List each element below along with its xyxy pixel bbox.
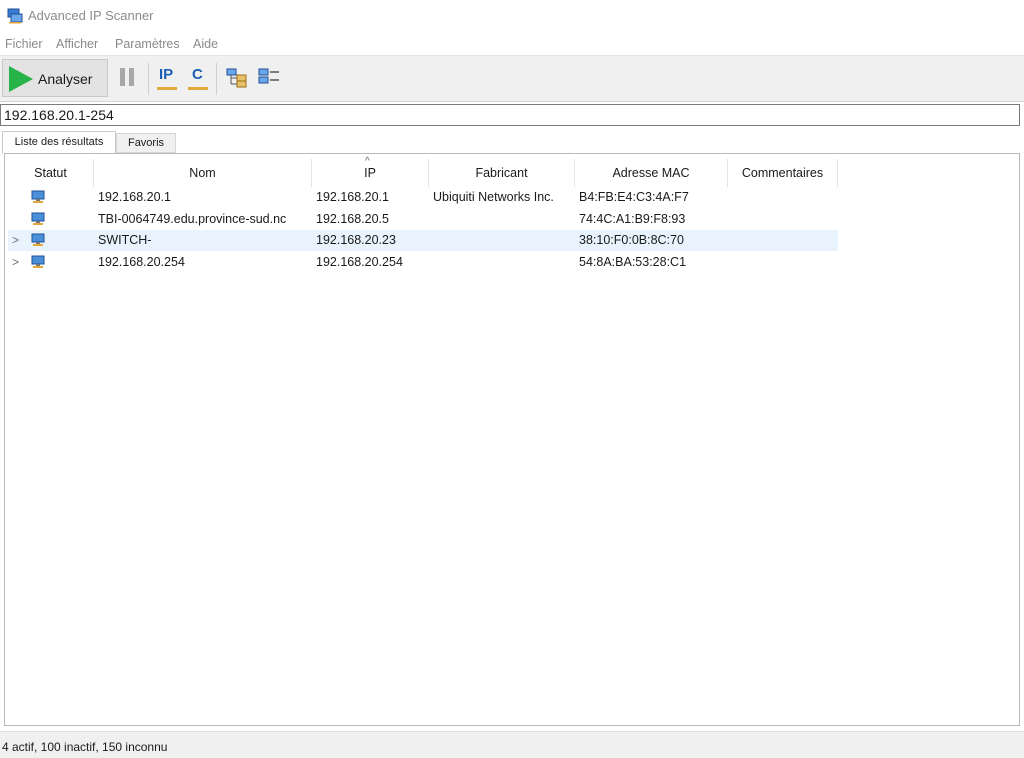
tab-results-list[interactable]: Liste des résultats: [2, 131, 116, 153]
table-row-selected[interactable]: > SWITCH- 192.168.20.23 38:10:F0:0B:8C:7…: [8, 230, 838, 251]
ip-range-input[interactable]: [0, 104, 1020, 126]
toolbar-separator: [148, 63, 149, 95]
cell-maker: [433, 209, 573, 230]
status-bar: 4 actif, 100 inactif, 150 inconnu: [0, 731, 1024, 758]
scan-button-label: Analyser: [38, 71, 93, 87]
menu-afficher[interactable]: Afficher: [56, 37, 98, 51]
tab-favorites[interactable]: Favoris: [116, 133, 176, 153]
cell-maker: Ubiquiti Networks Inc.: [433, 190, 554, 204]
pause-icon: [120, 68, 125, 86]
column-header-ip[interactable]: ^ IP: [312, 156, 429, 187]
expand-row-chevron-icon[interactable]: >: [12, 252, 24, 273]
cell-name: 192.168.20.254: [98, 255, 185, 269]
computer-online-icon: [31, 233, 45, 246]
app-logo-icon: [7, 8, 23, 24]
menu-aide[interactable]: Aide: [193, 37, 218, 51]
collapse-all-icon[interactable]: [258, 68, 280, 88]
ip-scan-button[interactable]: IP: [157, 66, 177, 90]
computer-online-icon: [31, 212, 45, 225]
toolbar: Analyser IP C: [0, 55, 1024, 102]
column-header-ip-label: IP: [364, 166, 376, 180]
cell-mac: 54:8A:BA:53:28:C1: [579, 255, 687, 269]
column-header-mac[interactable]: Adresse MAC: [575, 159, 728, 187]
column-header-comments[interactable]: Commentaires: [728, 159, 838, 187]
cell-name: TBI-0064749.edu.province-sud.nc: [98, 212, 287, 226]
cell-ip: 192.168.20.254: [316, 255, 403, 269]
pause-button[interactable]: [120, 68, 136, 86]
cell-mac: 38:10:F0:0B:8C:70: [579, 233, 684, 247]
expand-all-icon[interactable]: [226, 68, 248, 88]
play-icon: [9, 66, 33, 92]
menu-bar: Fichier Afficher Paramètres Aide: [0, 33, 1024, 55]
table-header: Statut Nom ^ IP Fabricant Adresse MAC Co…: [8, 156, 838, 187]
cell-mac: B4:FB:E4:C3:4A:F7: [579, 190, 689, 204]
cell-ip: 192.168.20.23: [316, 233, 396, 247]
results-tabs: Liste des résultats Favoris: [0, 131, 1024, 153]
computer-online-icon: [31, 255, 45, 268]
sort-ascending-icon: ^: [365, 156, 370, 167]
scan-button[interactable]: Analyser: [2, 59, 108, 97]
column-header-maker[interactable]: Fabricant: [429, 159, 575, 187]
cell-ip: 192.168.20.1: [316, 190, 389, 204]
c-icon: C: [192, 66, 203, 83]
ip-icon: IP: [159, 66, 174, 83]
expand-row-chevron-icon[interactable]: >: [12, 230, 24, 251]
toolbar-separator: [216, 63, 217, 95]
class-c-button[interactable]: C: [188, 66, 208, 90]
cell-maker: [433, 230, 573, 251]
window-title: Advanced IP Scanner: [28, 8, 154, 23]
cell-name: SWITCH-: [98, 233, 152, 247]
cell-name: 192.168.20.1: [98, 190, 171, 204]
title-bar: Advanced IP Scanner: [0, 0, 1024, 32]
table-row[interactable]: 192.168.20.1 192.168.20.1 Ubiquiti Netwo…: [8, 187, 838, 208]
cell-ip: 192.168.20.5: [316, 212, 389, 226]
menu-parametres[interactable]: Paramètres: [115, 37, 180, 51]
status-summary: 4 actif, 100 inactif, 150 inconnu: [2, 740, 168, 754]
computer-online-icon: [31, 190, 45, 203]
cell-mac: 74:4C:A1:B9:F8:93: [579, 212, 686, 226]
column-header-name[interactable]: Nom: [94, 159, 312, 187]
table-row[interactable]: > 192.168.20.254 192.168.20.254 54:8A:BA…: [8, 252, 838, 273]
cell-maker: [433, 252, 573, 273]
menu-fichier[interactable]: Fichier: [5, 37, 43, 51]
column-header-status[interactable]: Statut: [8, 159, 94, 187]
table-row[interactable]: TBI-0064749.edu.province-sud.nc 192.168.…: [8, 209, 838, 230]
